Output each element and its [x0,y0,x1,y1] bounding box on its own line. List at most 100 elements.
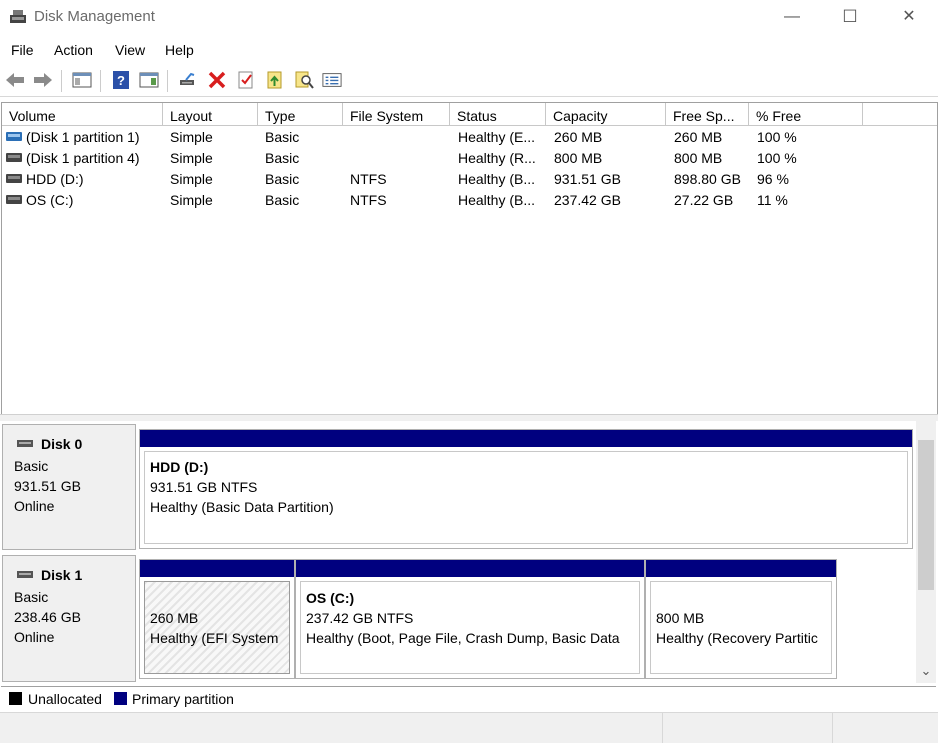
primary-partition-bar [646,560,836,577]
cell-volume: (Disk 1 partition 1) [26,129,140,145]
legend-primary-partition: Primary partition [132,691,234,707]
cell-layout: Simple [170,150,213,166]
partition-efi-system[interactable]: 260 MB Healthy (EFI System [139,559,295,679]
unallocated-swatch [9,692,22,705]
cell-capacity: 800 MB [554,150,603,166]
volume-icon [6,174,22,183]
cell-status: Healthy (B... [458,192,536,208]
table-row[interactable]: HDD (D:) Simple Basic NTFS Healthy (B...… [2,169,937,190]
disk-icon [17,571,33,578]
cell-free-space: 898.80 GB [674,171,741,187]
partition-size: 800 MB [656,610,705,626]
pane-splitter[interactable] [0,414,938,421]
menu-file[interactable]: File [11,42,34,58]
scroll-down-arrow-icon[interactable]: ⌄ [918,664,934,680]
help-icon[interactable]: ? [111,70,131,90]
delete-icon[interactable] [207,70,227,90]
legend-unallocated: Unallocated [28,691,102,707]
cell-type: Basic [265,129,300,145]
column-header-free-space[interactable]: Free Sp... [666,103,749,126]
console-tree-icon[interactable] [72,70,92,90]
disk-graphical-view: Disk 0 Basic 931.51 GB Online HDD (D:) 9… [1,421,936,683]
minimize-button[interactable]: — [769,0,815,34]
partition-inner-selected [144,581,290,674]
partition-title: OS (C:) [306,590,355,606]
partition-os-c[interactable]: OS (C:) 237.42 GB NTFS Healthy (Boot, Pa… [295,559,645,679]
disk-size: 238.46 GB [14,609,81,625]
column-header-file-system[interactable]: File System [343,103,450,126]
column-header-filler [863,103,937,126]
partition-inner [650,581,832,674]
column-header-percent-free[interactable]: % Free [749,103,863,126]
menu-view[interactable]: View [115,42,145,58]
list-icon[interactable] [322,70,342,90]
disk-state: Online [14,629,55,645]
table-row[interactable]: (Disk 1 partition 4) Simple Basic Health… [2,148,937,169]
menu-help[interactable]: Help [165,42,194,58]
status-divider [662,713,663,743]
partition-hdd-d[interactable]: HDD (D:) 931.51 GB NTFS Healthy (Basic D… [139,429,913,549]
partition-status: Healthy (Boot, Page File, Crash Dump, Ba… [306,630,620,646]
cell-percent-free: 100 % [757,129,797,145]
disk-1-info[interactable]: Disk 1 Basic 238.46 GB Online [2,555,136,682]
volume-icon [6,195,22,204]
disk-type: Basic [14,458,49,474]
column-header-layout[interactable]: Layout [163,103,258,126]
column-header-capacity[interactable]: Capacity [546,103,666,126]
cell-capacity: 237.42 GB [554,192,621,208]
cell-free-space: 27.22 GB [674,192,734,208]
column-header-status[interactable]: Status [450,103,546,126]
cell-volume: (Disk 1 partition 4) [26,150,140,166]
toolbar-separator [61,70,62,92]
cell-type: Basic [265,171,300,187]
cell-percent-free: 11 % [757,192,788,208]
primary-partition-bar [296,560,644,577]
partition-size: 237.42 GB NTFS [306,610,414,626]
cell-status: Healthy (E... [458,129,536,145]
disk-type: Basic [14,589,49,605]
partition-status: Healthy (EFI System [150,630,279,646]
scrollbar-thumb[interactable] [918,440,934,590]
cell-free-space: 800 MB [674,150,723,166]
primary-partition-swatch [114,692,127,705]
disk-state: Online [14,498,55,514]
back-icon[interactable] [5,70,25,90]
legend-bar: Unallocated Primary partition [1,686,936,711]
partition-title: HDD (D:) [150,459,209,475]
menu-action[interactable]: Action [54,42,93,58]
table-row[interactable]: OS (C:) Simple Basic NTFS Healthy (B... … [2,190,937,211]
disk-name: Disk 0 [41,436,83,452]
column-header-type[interactable]: Type [258,103,343,126]
search-icon[interactable] [294,70,314,90]
partition-recovery[interactable]: 800 MB Healthy (Recovery Partitic [645,559,837,679]
primary-partition-bar [140,560,294,577]
cell-layout: Simple [170,129,213,145]
properties-icon[interactable] [236,70,256,90]
status-divider [832,713,833,743]
volume-icon [6,153,22,162]
forward-icon[interactable] [33,70,53,90]
volume-icon [6,132,22,141]
disk-size: 931.51 GB [14,478,81,494]
maximize-button[interactable]: ☐ [827,0,873,34]
action-pane-icon[interactable] [139,70,159,90]
toolbar-separator [100,70,101,92]
close-button[interactable]: ✕ [886,0,932,34]
connect-icon[interactable] [178,70,198,90]
import-icon[interactable] [265,70,285,90]
table-row[interactable]: (Disk 1 partition 1) Simple Basic Health… [2,127,937,148]
cell-type: Basic [265,192,300,208]
window-title: Disk Management [34,8,155,25]
disk-icon [17,440,33,447]
cell-volume: OS (C:) [26,192,74,208]
menu-bar: File Action View Help [0,38,938,62]
toolbar-separator [167,70,168,92]
column-header-volume[interactable]: Volume [2,103,163,126]
disk-name: Disk 1 [41,567,83,583]
partition-size: 260 MB [150,610,199,626]
cell-percent-free: 100 % [757,150,797,166]
cell-type: Basic [265,150,300,166]
svg-text:?: ? [117,73,125,88]
disk-0-info[interactable]: Disk 0 Basic 931.51 GB Online [2,424,136,550]
cell-file-system: NTFS [350,171,387,187]
